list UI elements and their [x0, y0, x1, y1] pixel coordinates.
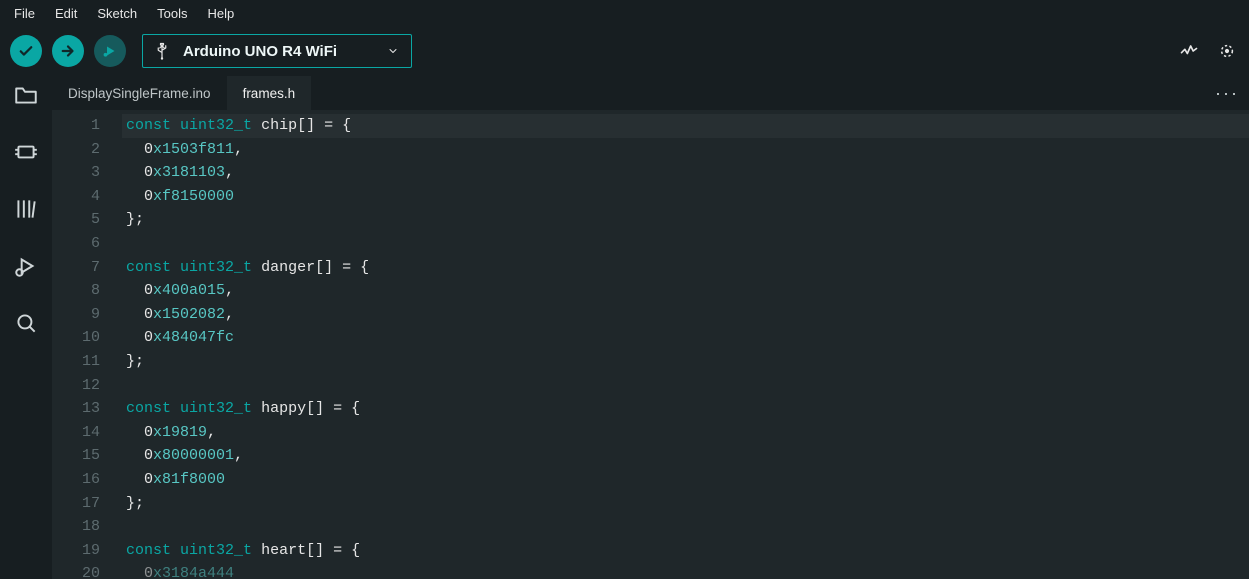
line-number: 17 — [52, 492, 100, 516]
code-line[interactable]: 0x400a015, — [122, 279, 1249, 303]
tabs-more-button[interactable]: ··· — [1215, 76, 1239, 110]
line-number: 14 — [52, 421, 100, 445]
line-number: 10 — [52, 326, 100, 350]
debug-play-icon — [101, 42, 119, 60]
menu-tools[interactable]: Tools — [147, 3, 197, 24]
code-line[interactable]: }; — [122, 208, 1249, 232]
editor-tabs: DisplaySingleFrame.ino frames.h ··· — [52, 76, 1249, 110]
code-line[interactable]: 0xf8150000 — [122, 185, 1249, 209]
code-line[interactable] — [122, 374, 1249, 398]
search-icon — [13, 310, 39, 336]
toolbar: Arduino UNO R4 WiFi — [0, 26, 1249, 76]
main-area: DisplaySingleFrame.ino frames.h ··· 1234… — [0, 76, 1249, 579]
board-icon — [13, 139, 39, 165]
line-number: 18 — [52, 515, 100, 539]
upload-button[interactable] — [52, 35, 84, 67]
usb-icon — [153, 42, 171, 60]
line-number: 19 — [52, 539, 100, 563]
arrow-right-icon — [59, 42, 77, 60]
editor-pane: DisplaySingleFrame.ino frames.h ··· 1234… — [52, 76, 1249, 579]
line-number: 16 — [52, 468, 100, 492]
code-line[interactable]: }; — [122, 350, 1249, 374]
code-line[interactable]: 0x484047fc — [122, 326, 1249, 350]
menu-sketch[interactable]: Sketch — [87, 3, 147, 24]
line-number: 5 — [52, 208, 100, 232]
chevron-down-icon — [387, 45, 399, 57]
line-number: 3 — [52, 161, 100, 185]
verify-button[interactable] — [10, 35, 42, 67]
menu-help[interactable]: Help — [197, 3, 244, 24]
code-line[interactable]: 0x81f8000 — [122, 468, 1249, 492]
code-line[interactable]: }; — [122, 492, 1249, 516]
code-line[interactable]: const uint32_t danger[] = { — [122, 256, 1249, 280]
code-line[interactable]: 0x1503f811, — [122, 138, 1249, 162]
line-number: 9 — [52, 303, 100, 327]
code-area[interactable]: 1234567891011121314151617181920 const ui… — [52, 110, 1249, 579]
menubar: File Edit Sketch Tools Help — [0, 0, 1249, 26]
code-line[interactable]: const uint32_t chip[] = { — [122, 114, 1249, 138]
sidebar-library-manager[interactable] — [13, 196, 39, 225]
sidebar-explorer[interactable] — [13, 82, 39, 111]
sidebar-boards-manager[interactable] — [13, 139, 39, 168]
check-icon — [17, 42, 35, 60]
menu-edit[interactable]: Edit — [45, 3, 87, 24]
line-number: 7 — [52, 256, 100, 280]
line-number: 4 — [52, 185, 100, 209]
code-line[interactable] — [122, 515, 1249, 539]
line-number: 13 — [52, 397, 100, 421]
serial-plotter-icon[interactable] — [1179, 41, 1199, 61]
line-number-gutter: 1234567891011121314151617181920 — [52, 110, 122, 579]
toolbar-right — [1179, 26, 1237, 76]
code-line[interactable]: 0x3184a444 — [122, 562, 1249, 579]
line-number: 6 — [52, 232, 100, 256]
serial-monitor-icon[interactable] — [1217, 41, 1237, 61]
code-line[interactable]: 0x19819, — [122, 421, 1249, 445]
tab-frames-h[interactable]: frames.h — [227, 76, 312, 110]
folder-icon — [13, 82, 39, 108]
line-number: 20 — [52, 562, 100, 579]
sidebar-search[interactable] — [13, 310, 39, 339]
debug-button[interactable] — [94, 35, 126, 67]
board-selector[interactable]: Arduino UNO R4 WiFi — [142, 34, 412, 68]
line-number: 11 — [52, 350, 100, 374]
line-number: 15 — [52, 444, 100, 468]
code-line[interactable]: const uint32_t heart[] = { — [122, 539, 1249, 563]
library-icon — [13, 196, 39, 222]
activity-bar — [0, 76, 52, 579]
code-line[interactable]: 0x80000001, — [122, 444, 1249, 468]
code-line[interactable]: 0x1502082, — [122, 303, 1249, 327]
code-content[interactable]: const uint32_t chip[] = { 0x1503f811, 0x… — [122, 110, 1249, 579]
line-number: 8 — [52, 279, 100, 303]
code-line[interactable]: const uint32_t happy[] = { — [122, 397, 1249, 421]
board-label: Arduino UNO R4 WiFi — [183, 43, 337, 60]
code-line[interactable]: 0x3181103, — [122, 161, 1249, 185]
sidebar-debug[interactable] — [13, 253, 39, 282]
line-number: 12 — [52, 374, 100, 398]
line-number: 1 — [52, 114, 100, 138]
code-line[interactable] — [122, 232, 1249, 256]
line-number: 2 — [52, 138, 100, 162]
debug-icon — [13, 253, 39, 279]
tab-display-single-frame[interactable]: DisplaySingleFrame.ino — [52, 76, 227, 110]
menu-file[interactable]: File — [4, 3, 45, 24]
